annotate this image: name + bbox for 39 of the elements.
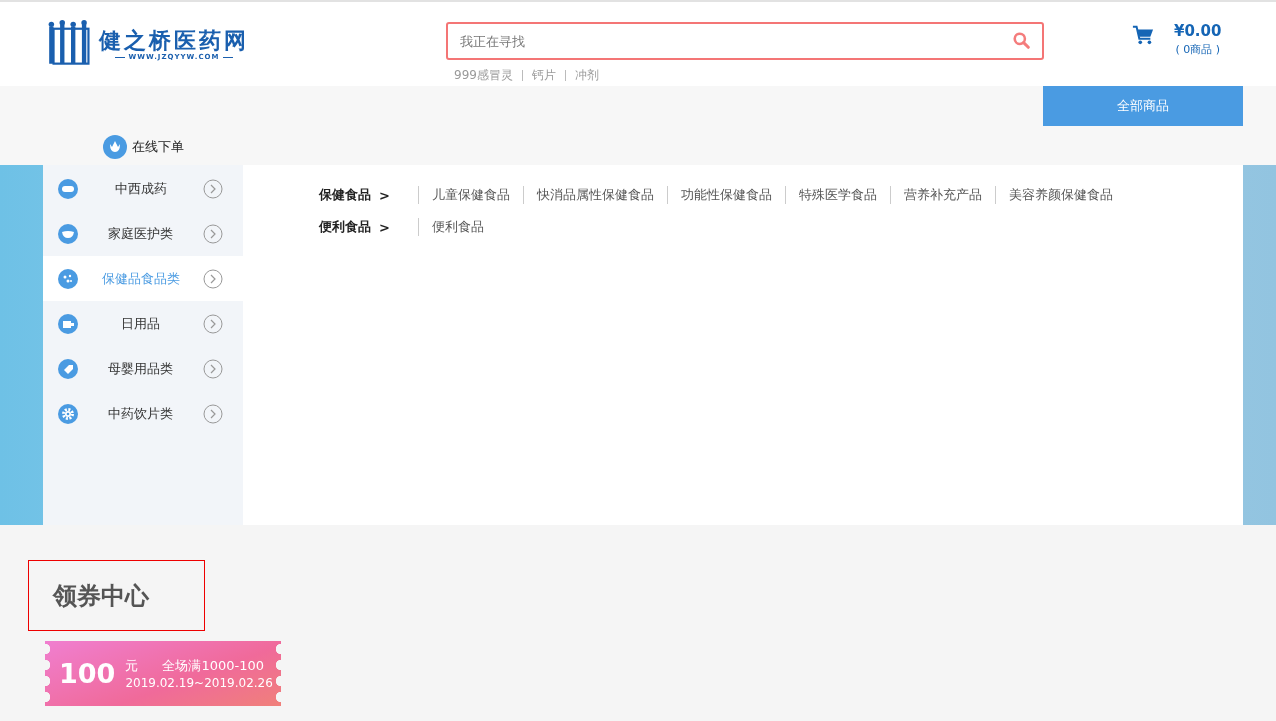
subcategory-title[interactable]: 便利食品 [319, 218, 371, 236]
subcategory-link[interactable]: 美容养颜保健食品 [994, 186, 1126, 204]
gear-icon [58, 403, 78, 424]
subcategory-link[interactable]: 功能性保健食品 [666, 186, 785, 204]
chevron-circle-icon [203, 223, 223, 244]
search-field[interactable]: 我正在寻找 [446, 22, 1044, 60]
subcategory-link[interactable]: 儿童保健食品 [417, 186, 523, 204]
chevron-circle-icon [203, 313, 223, 334]
coupon-section-title: 领券中心 [53, 580, 149, 612]
chevron-circle-icon [203, 268, 223, 289]
chevron-circle-icon [203, 178, 223, 199]
chevron-circle-icon [203, 403, 223, 424]
subcategory-title[interactable]: 保健食品 [319, 186, 371, 204]
subcategory-link[interactable]: 快消品属性保健食品 [522, 186, 667, 204]
online-order-label[interactable]: 在线下单 [132, 138, 184, 156]
tag-icon [58, 358, 78, 379]
logo-name: 健之桥医药网 [99, 27, 249, 53]
subcategory-link[interactable]: 便利食品 [417, 218, 497, 236]
chevron-circle-icon [203, 358, 223, 379]
cart-count: ( 0商品 ) [1175, 42, 1220, 57]
category-item[interactable]: 中药饮片类 [43, 391, 243, 436]
search-icon[interactable] [1013, 32, 1030, 49]
coupon-condition: 全场满1000-100 [162, 657, 264, 675]
category-item[interactable]: 中西成药 [43, 166, 243, 211]
pill-icon [58, 178, 78, 199]
flame-icon [103, 135, 127, 159]
cart-total: ¥0.00 [1174, 22, 1222, 40]
category-item[interactable]: 母婴用品类 [43, 346, 243, 391]
coupon-amount: 100 [59, 658, 116, 689]
cart-icon[interactable] [1132, 24, 1154, 46]
coupon-unit: 元 [125, 657, 139, 675]
category-item[interactable]: 家庭医护类 [43, 211, 243, 256]
category-item[interactable]: 日用品 [43, 301, 243, 346]
coupon-dates: 2019.02.19~2019.02.26 [125, 676, 273, 690]
cookie-icon [58, 268, 78, 289]
subcategory-link[interactable]: 特殊医学食品 [784, 186, 890, 204]
subcategory-arrow: > [379, 219, 390, 235]
subcategory-arrow: > [379, 187, 390, 203]
subcategory-link[interactable]: 营养补充产品 [889, 186, 995, 204]
